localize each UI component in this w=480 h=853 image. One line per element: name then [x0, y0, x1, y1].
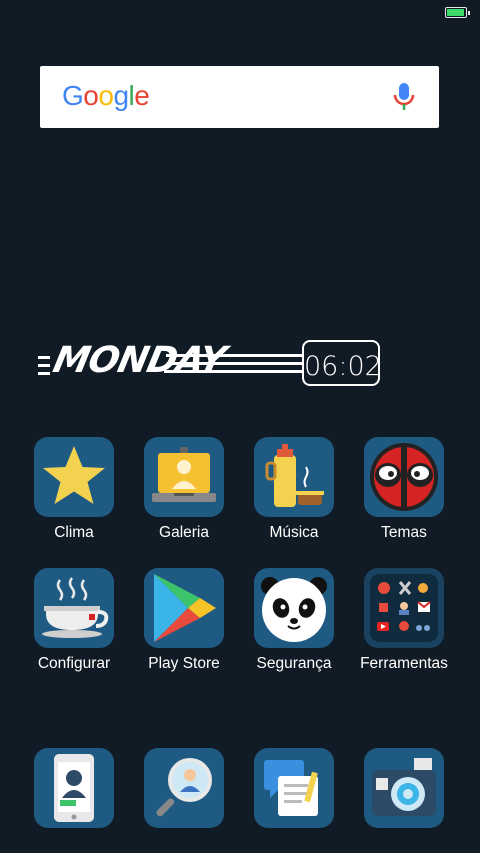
dock-camera[interactable] — [349, 748, 459, 828]
app-label: Clima — [54, 524, 94, 541]
coffee-cup-icon — [34, 568, 114, 648]
messages-notes-icon — [254, 748, 334, 828]
thermos-icon — [254, 437, 334, 517]
play-store-icon — [144, 568, 224, 648]
battery-icon — [445, 7, 470, 18]
clock-widget[interactable]: MONDAY 06:02 — [36, 336, 386, 392]
app-label: Música — [269, 524, 319, 541]
panda-icon — [254, 568, 334, 648]
app-play-store[interactable]: Play Store — [129, 568, 239, 673]
app-label: Configurar — [37, 655, 111, 672]
mic-icon[interactable] — [393, 82, 415, 112]
app-configurar[interactable]: Configurar — [19, 568, 129, 673]
battery-level-fill — [447, 9, 464, 16]
time-display: 06:02 — [302, 340, 382, 386]
app-label: Play Store — [148, 655, 220, 672]
star-icon — [34, 437, 114, 517]
dock-contacts[interactable] — [19, 748, 129, 828]
status-bar — [0, 0, 480, 26]
contacts-phone-icon — [34, 748, 114, 828]
app-ferramentas[interactable]: Ferramentas — [349, 568, 459, 673]
app-label: Temas — [381, 524, 427, 541]
google-logo: Google — [62, 80, 150, 111]
app-label: Ferramentas — [360, 655, 448, 672]
app-clima[interactable]: Clima — [19, 437, 129, 542]
dock-search[interactable] — [129, 748, 239, 828]
google-search-bar[interactable]: Google — [40, 66, 439, 128]
time-text: 06:02 — [304, 351, 382, 382]
day-of-week: MONDAY — [49, 340, 229, 381]
app-musica[interactable]: Música — [239, 437, 349, 542]
app-galeria[interactable]: Galeria — [129, 437, 239, 542]
app-seguranca[interactable]: Segurança — [239, 568, 349, 673]
tools-folder-icon — [364, 568, 444, 648]
app-label: Segurança — [256, 655, 332, 672]
app-temas[interactable]: Temas — [349, 437, 459, 542]
dock-messages[interactable] — [239, 748, 349, 828]
magnifier-person-icon — [144, 748, 224, 828]
app-label: Galeria — [159, 524, 209, 541]
laptop-user-icon — [144, 437, 224, 517]
deadpool-mask-icon — [364, 437, 444, 517]
camera-icon — [364, 748, 444, 828]
